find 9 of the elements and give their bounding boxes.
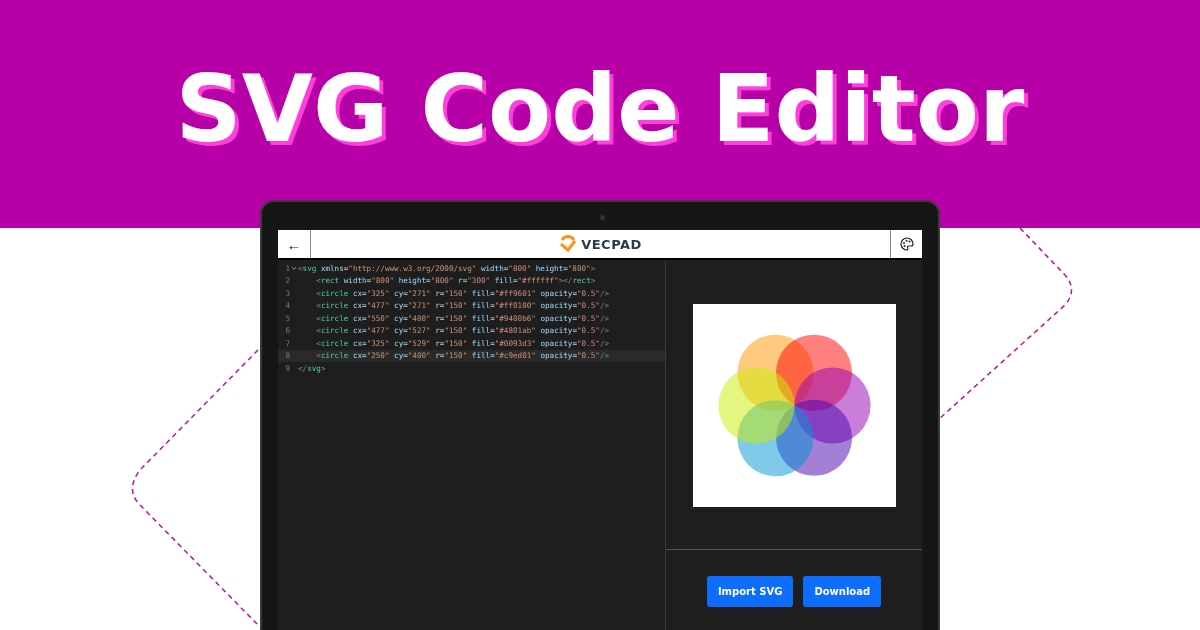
fold-icon[interactable] — [291, 265, 297, 272]
palette-icon — [899, 237, 914, 251]
action-button[interactable]: Import SVG — [706, 576, 794, 607]
code-editor[interactable] — [278, 260, 666, 630]
action-button[interactable]: Download — [803, 576, 882, 607]
camera-icon — [600, 215, 605, 220]
logo-icon — [559, 235, 578, 253]
headline: SVG Code Editor — [175, 64, 1025, 156]
app-logo: VECPAD — [581, 236, 642, 252]
